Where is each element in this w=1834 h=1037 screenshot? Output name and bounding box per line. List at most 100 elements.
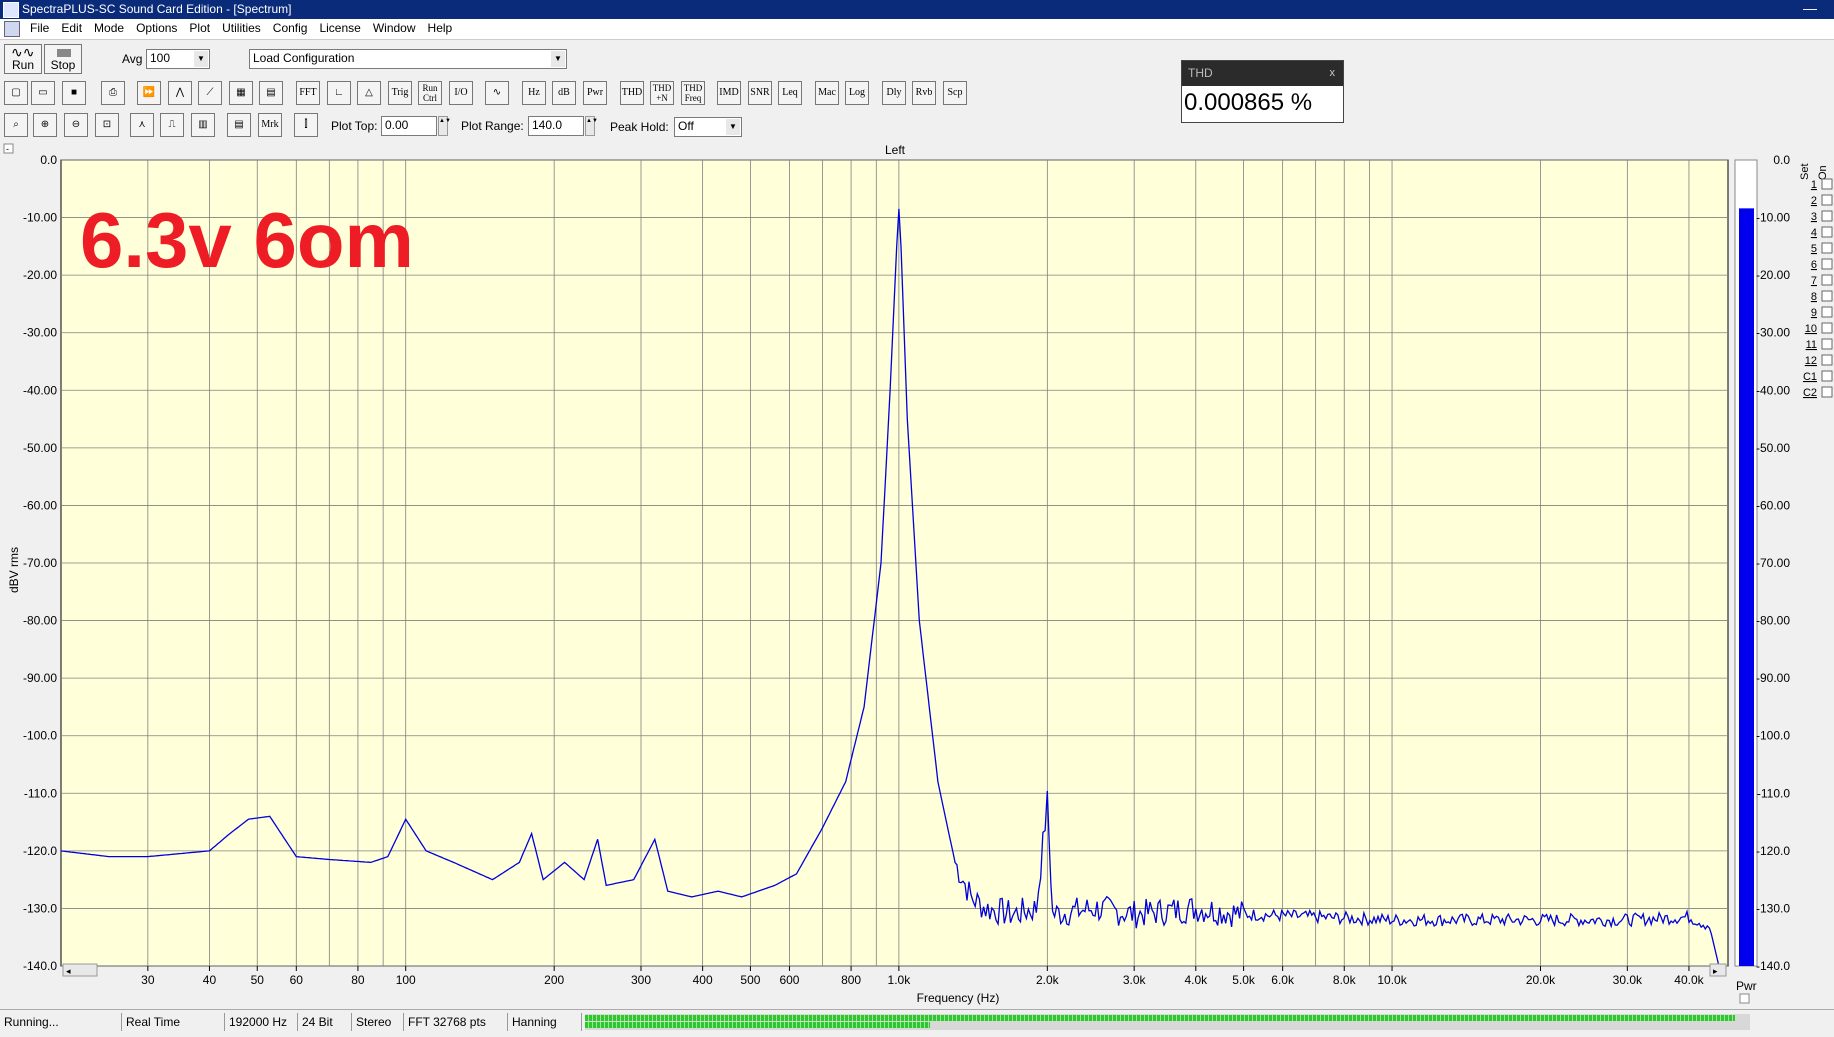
menu-config[interactable]: Config: [267, 19, 314, 38]
run-button[interactable]: ∿∿ Run: [4, 44, 42, 74]
set-item-label[interactable]: 7: [1811, 275, 1817, 287]
collapse-icon[interactable]: [1739, 993, 1750, 1004]
set-checkbox[interactable]: [1821, 338, 1833, 350]
waveform-button[interactable]: ⋀: [168, 81, 192, 105]
pwr-button[interactable]: Pwr: [583, 81, 607, 105]
fft-button[interactable]: FFT: [296, 81, 320, 105]
mac-button[interactable]: Mac: [815, 81, 839, 105]
rvb-button[interactable]: Rvb: [912, 81, 936, 105]
plot-range-input[interactable]: 140.0: [528, 116, 584, 136]
set-item-label[interactable]: C1: [1803, 371, 1817, 383]
set-checkbox[interactable]: [1821, 322, 1833, 334]
snr-button[interactable]: SNR: [748, 81, 772, 105]
thd-freq-button[interactable]: THD Freq: [681, 81, 705, 105]
zoom-out-full-button[interactable]: ⊡: [95, 113, 119, 137]
menu-plot[interactable]: Plot: [183, 19, 216, 38]
axis-icon: ∟: [334, 87, 344, 98]
document-icon[interactable]: [4, 21, 20, 37]
menu-window[interactable]: Window: [367, 19, 422, 38]
scp-button[interactable]: Scp: [943, 81, 967, 105]
zoom-out-2x-button[interactable]: ⊖: [64, 113, 88, 137]
zoom-button[interactable]: ⌕: [4, 113, 28, 137]
set-item-label[interactable]: 11: [1806, 339, 1817, 351]
set-item-label[interactable]: 6: [1811, 259, 1817, 271]
set-checkbox[interactable]: [1821, 274, 1833, 286]
plot-top-input[interactable]: 0.00: [381, 116, 437, 136]
spectrogram-button[interactable]: ▦: [229, 81, 253, 105]
set-checkbox[interactable]: [1821, 226, 1833, 238]
set-checkbox[interactable]: [1821, 354, 1833, 366]
avg-select[interactable]: 100 ▼: [146, 49, 210, 69]
zoom-in-2x-button[interactable]: ⊕: [33, 113, 57, 137]
spectrum-plot[interactable]: - Left 0.0 -10.00 -20.00 -30.00 -40.00 -50.00…: [0, 140, 1834, 1008]
bar-plot-button[interactable]: ▥: [191, 113, 215, 137]
thd-panel-header[interactable]: THD x: [1182, 61, 1343, 86]
x-tick-label: 8.0k: [1333, 973, 1357, 987]
set-checkbox[interactable]: [1821, 386, 1833, 398]
save-button[interactable]: ■: [62, 81, 86, 105]
set-item-label[interactable]: 4: [1811, 227, 1817, 239]
thd-panel[interactable]: THD x 0.000865 %: [1181, 60, 1344, 123]
x-tick-label: 30: [141, 973, 155, 987]
print-button[interactable]: ⎙: [101, 81, 125, 105]
menu-file[interactable]: File: [24, 19, 55, 38]
set-item-label[interactable]: 3: [1811, 211, 1817, 223]
generator-button[interactable]: ∿: [485, 81, 509, 105]
set-item-label[interactable]: 8: [1811, 291, 1817, 303]
set-item-label[interactable]: 10: [1805, 323, 1817, 335]
thd-n-button[interactable]: THD +N: [650, 81, 674, 105]
x-tick-label: 100: [396, 973, 416, 987]
ramp-button[interactable]: ⟋: [198, 81, 222, 105]
properties-button[interactable]: ▤: [227, 113, 251, 137]
set-item-label[interactable]: 5: [1811, 243, 1817, 255]
axis-button[interactable]: ∟: [327, 81, 351, 105]
peak-hold-select[interactable]: Off ▼: [674, 117, 742, 137]
open-file-button[interactable]: ▭: [31, 81, 55, 105]
set-checkbox[interactable]: [1821, 242, 1833, 254]
set-item-label[interactable]: 9: [1811, 307, 1817, 319]
plot-range-spinner[interactable]: ▲▼: [585, 116, 598, 136]
menu-edit[interactable]: Edit: [55, 19, 88, 38]
menu-utilities[interactable]: Utilities: [216, 19, 267, 38]
imd-button[interactable]: IMD: [717, 81, 741, 105]
fast-forward-button[interactable]: ⏩: [137, 81, 161, 105]
marker-button[interactable]: Mrk: [258, 113, 282, 137]
set-item-label[interactable]: C2: [1803, 387, 1817, 399]
waterfall-button[interactable]: ▤: [259, 81, 283, 105]
close-icon[interactable]: x: [1330, 61, 1336, 86]
configuration-select[interactable]: Load Configuration ▼: [249, 49, 567, 69]
y-tick-label: -90.00: [23, 671, 57, 685]
thd-button[interactable]: THD: [620, 81, 644, 105]
triangle-button[interactable]: △: [357, 81, 381, 105]
set-checkbox[interactable]: [1821, 210, 1833, 222]
set-checkbox[interactable]: [1821, 370, 1833, 382]
step-plot-button[interactable]: ⎍: [160, 113, 184, 137]
db-button[interactable]: dB: [552, 81, 576, 105]
trig-button[interactable]: Trig: [388, 81, 412, 105]
set-checkbox[interactable]: [1821, 258, 1833, 270]
power-meter-ticks: 0.0 -10.00 -20.00 -30.00 -40.00 -50.00 -60.00 -…: [1756, 153, 1790, 973]
set-checkbox[interactable]: [1821, 194, 1833, 206]
cursor-button[interactable]: ⫿: [294, 113, 318, 137]
minimize-button[interactable]: —: [1798, 0, 1822, 19]
hz-button[interactable]: Hz: [522, 81, 546, 105]
set-checkbox[interactable]: [1821, 178, 1833, 190]
set-item-label[interactable]: 1: [1811, 179, 1817, 191]
menu-license[interactable]: License: [313, 19, 366, 38]
stop-button[interactable]: Stop: [44, 44, 82, 74]
io-button[interactable]: I/O: [449, 81, 473, 105]
leq-button[interactable]: Leq: [778, 81, 802, 105]
menu-options[interactable]: Options: [130, 19, 183, 38]
set-checkbox[interactable]: [1821, 290, 1833, 302]
set-item-label[interactable]: 2: [1811, 195, 1817, 207]
run-ctrl-button[interactable]: Run Ctrl: [418, 81, 442, 105]
dly-button[interactable]: Dly: [882, 81, 906, 105]
line-plot-button[interactable]: ⋏: [130, 113, 154, 137]
menu-mode[interactable]: Mode: [88, 19, 130, 38]
log-button[interactable]: Log: [845, 81, 869, 105]
plot-top-spinner[interactable]: ▲▼: [438, 116, 451, 136]
menu-help[interactable]: Help: [422, 19, 459, 38]
set-item-label[interactable]: 12: [1805, 355, 1817, 367]
set-checkbox[interactable]: [1821, 306, 1833, 318]
new-file-button[interactable]: ▢: [4, 81, 28, 105]
